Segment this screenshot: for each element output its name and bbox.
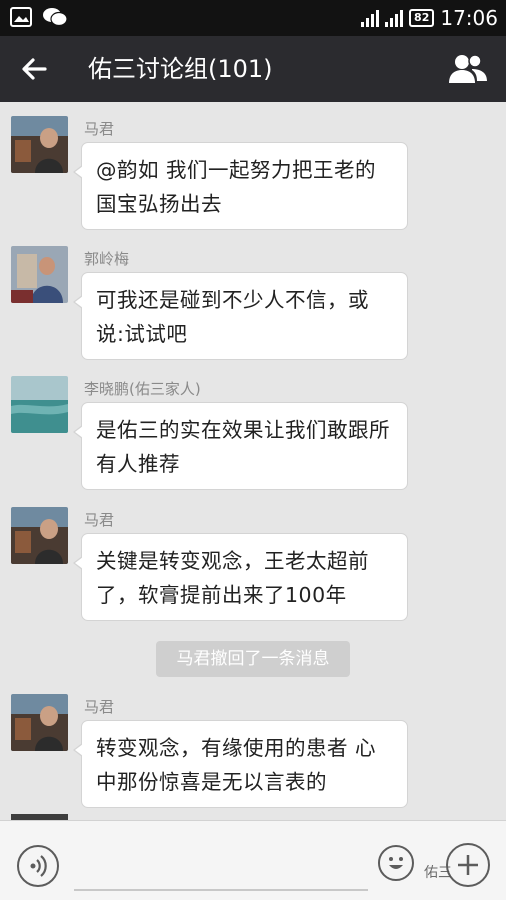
- wechat-icon: [43, 8, 68, 27]
- clock: 17:06: [440, 6, 498, 30]
- sender-name: 李晓鹏(佑三家人): [84, 380, 201, 398]
- chat-header: 佑三讨论组(101): [0, 36, 506, 102]
- message-bubble[interactable]: 关键是转变观念，王老太超前了，软膏提前出来了100年: [73, 533, 408, 621]
- plus-icon[interactable]: [446, 843, 490, 887]
- sender-name: 马君: [84, 511, 115, 529]
- avatar[interactable]: [11, 376, 68, 433]
- sender-name: 郭岭梅: [84, 250, 130, 268]
- message-bubble[interactable]: 是佑三的实在效果让我们敢跟所有人推荐: [73, 402, 408, 490]
- arrow-left-icon[interactable]: [18, 53, 50, 85]
- watermark: 佑三: [424, 865, 452, 881]
- sender-name: 马君: [84, 698, 115, 716]
- message-bubble[interactable]: 可我还是碰到不少人不信，或说:试试吧: [73, 272, 408, 360]
- message-list[interactable]: 马君 @韵如 我们一起努力把王老的国宝弘扬出去 郭岭梅 可我还是碰到不少人不信，…: [0, 102, 506, 820]
- smiley-icon[interactable]: [378, 845, 414, 881]
- voice-icon[interactable]: [17, 845, 59, 887]
- group-members-icon[interactable]: [448, 51, 488, 87]
- image-icon: [10, 7, 32, 27]
- avatar[interactable]: [11, 507, 68, 564]
- signal-icon: [385, 9, 404, 27]
- message-bubble[interactable]: @韵如 我们一起努力把王老的国宝弘扬出去: [73, 142, 408, 230]
- avatar[interactable]: [11, 246, 68, 303]
- status-bar: 82 17:06: [0, 0, 506, 36]
- battery-icon: 82: [409, 9, 435, 27]
- avatar[interactable]: [11, 116, 68, 173]
- input-bar: [0, 820, 506, 900]
- sender-name: 马君: [84, 120, 115, 138]
- page-title: 佑三讨论组(101): [88, 55, 273, 83]
- message-input[interactable]: [74, 847, 368, 891]
- avatar[interactable]: [11, 694, 68, 751]
- recall-notice: 马君撤回了一条消息: [156, 641, 350, 677]
- signal-icon: [361, 9, 380, 27]
- message-bubble[interactable]: 转变观念，有缘使用的患者 心中那份惊喜是无以言表的: [73, 720, 408, 808]
